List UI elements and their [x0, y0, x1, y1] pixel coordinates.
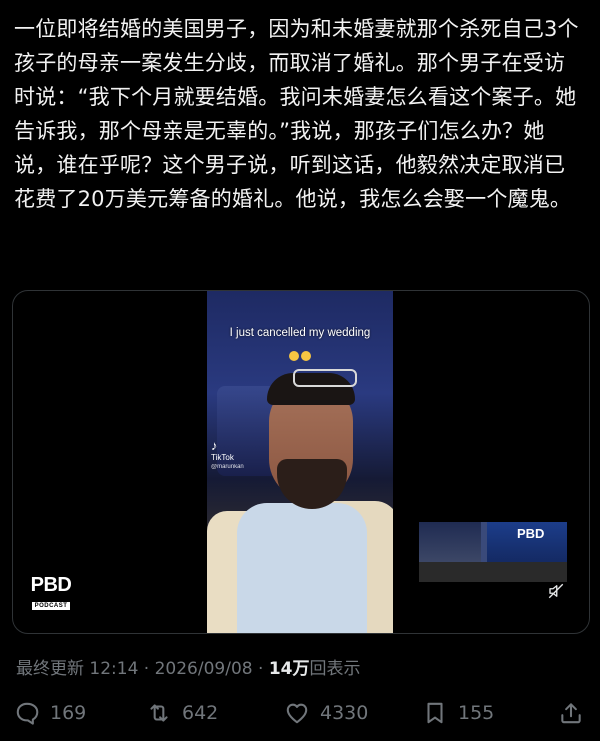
- repost-count: 642: [182, 702, 219, 724]
- video-sunglasses: [293, 369, 357, 387]
- bookmark-icon: [427, 702, 443, 724]
- view-count-label: 回表示: [309, 659, 361, 679]
- tiktok-handle: @marunkan: [211, 464, 244, 470]
- post-text: 一位即将结婚的美国男子，因为和未婚妻就那个杀死自己3个孩子的母亲一案发生分歧，而…: [14, 17, 579, 211]
- tiktok-logo-icon: ♪: [211, 438, 218, 453]
- tiktok-watermark: ♪ TikTok @marunkan: [211, 439, 244, 471]
- reply-icon: [16, 702, 39, 725]
- video-shirt: [237, 503, 367, 633]
- studio-pbd-sign: PBD: [517, 526, 545, 541]
- reply-button[interactable]: 169: [14, 696, 86, 730]
- view-count: 14万: [268, 659, 310, 679]
- studio-desk: [419, 562, 567, 582]
- sad-face-emoji-icon: [289, 351, 299, 361]
- video-caption: I just cancelled my wedding: [229, 327, 371, 339]
- reply-count: 169: [50, 702, 87, 724]
- pbd-logo-text: PBD: [30, 574, 72, 596]
- repost-icon: [150, 704, 168, 722]
- bookmark-count: 155: [458, 702, 495, 724]
- podcast-studio-thumbnail: PBD: [419, 522, 567, 582]
- pbd-podcast-logo: PBD PODCAST: [26, 574, 76, 612]
- tiktok-name: TikTok: [211, 453, 234, 462]
- like-count: 4330: [320, 702, 369, 724]
- post-timestamp: 最终更新 12:14 · 2026/09/08 ·: [16, 659, 269, 679]
- pbd-logo-subtext: PODCAST: [31, 602, 71, 610]
- action-bar: 169 642 4330 155: [0, 696, 600, 730]
- emoji-row: [207, 351, 393, 364]
- share-icon: [561, 703, 581, 724]
- repost-button[interactable]: 642: [146, 696, 218, 730]
- media-card[interactable]: I just cancelled my wedding ♪ TikTok @ma…: [12, 290, 590, 634]
- sad-face-emoji-icon: [301, 351, 311, 361]
- share-button[interactable]: [558, 696, 594, 730]
- post-meta: 最终更新 12:14 · 2026/09/08 · 14万回表示: [16, 654, 360, 679]
- video-player[interactable]: I just cancelled my wedding ♪ TikTok @ma…: [207, 291, 393, 633]
- heart-icon: [286, 703, 308, 724]
- bookmark-button[interactable]: 155: [422, 696, 494, 730]
- like-button[interactable]: 4330: [284, 696, 368, 730]
- mute-icon[interactable]: [547, 582, 565, 600]
